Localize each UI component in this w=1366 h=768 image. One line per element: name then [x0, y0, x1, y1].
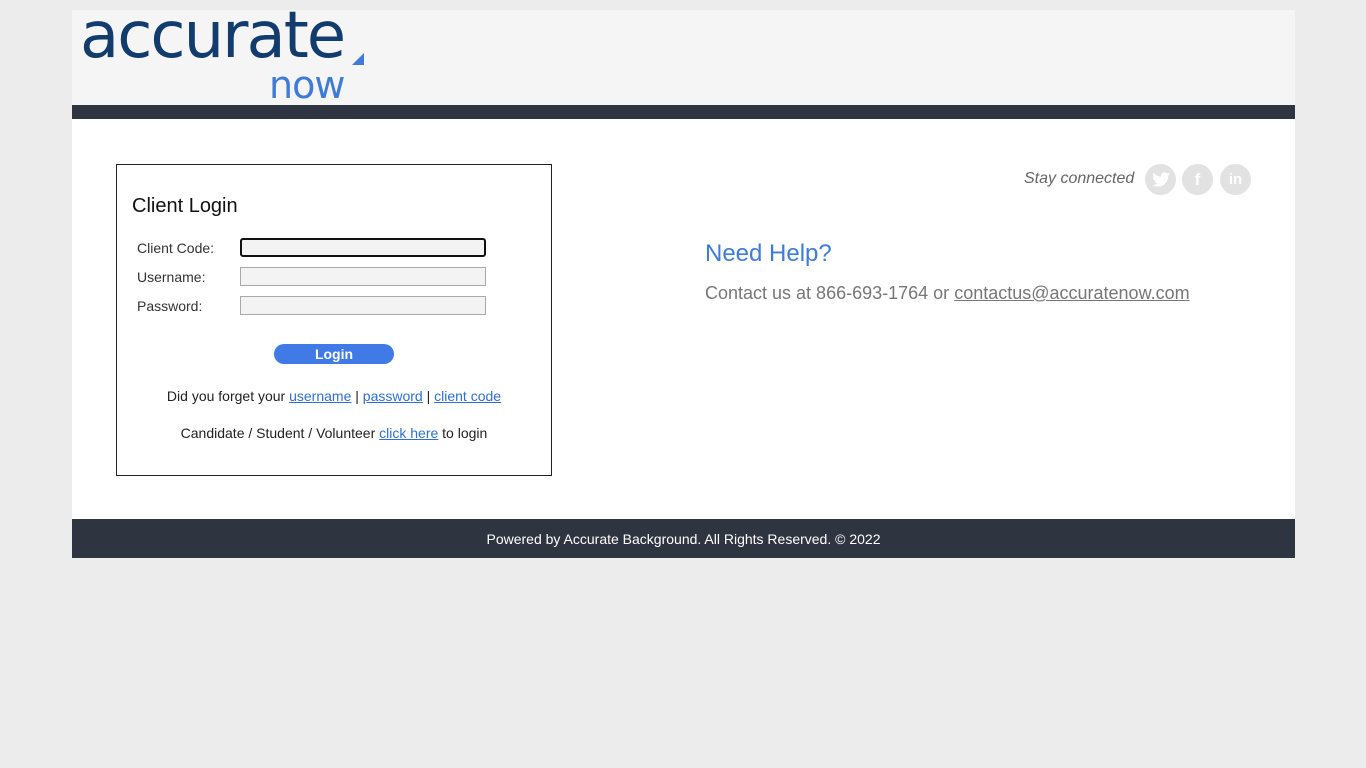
twitter-glyph	[1151, 172, 1170, 187]
username-input[interactable]	[240, 267, 486, 286]
forgot-password-link[interactable]: password	[363, 388, 423, 404]
footer-text: Powered by Accurate Background. All Righ…	[486, 530, 881, 547]
logo-wordmark: accurate	[80, 0, 346, 73]
contact-email-link[interactable]: contactus@accuratenow.com	[954, 283, 1189, 303]
client-code-label: Client Code:	[137, 240, 215, 256]
candidate-click-here-link[interactable]: click here	[379, 425, 438, 441]
password-label: Password:	[137, 298, 203, 314]
username-label: Username:	[137, 269, 206, 285]
candidate-suffix: to login	[442, 425, 488, 441]
linkedin-icon[interactable]: in	[1220, 164, 1251, 195]
header-bar	[72, 105, 1295, 119]
facebook-icon[interactable]: f	[1182, 164, 1213, 195]
facebook-glyph: f	[1194, 169, 1201, 189]
forgot-credentials-line: Did you forget your username | password …	[117, 388, 551, 404]
forgot-client-code-link[interactable]: client code	[434, 388, 501, 404]
logo-subword: now	[269, 63, 345, 107]
login-title: Client Login	[132, 195, 238, 217]
accurate-now-logo[interactable]: accurate now	[80, 4, 370, 107]
forgot-separator: |	[426, 388, 431, 404]
candidate-prefix: Candidate / Student / Volunteer	[180, 425, 376, 441]
client-code-input[interactable]	[240, 238, 486, 257]
forgot-separator: |	[355, 388, 359, 404]
client-login-box: Client Login Client Code: Username: Pass…	[116, 164, 552, 476]
linkedin-glyph: in	[1228, 171, 1243, 188]
footer: Powered by Accurate Background. All Righ…	[72, 519, 1295, 558]
help-contact-text: Contact us at 866-693-1764 or contactus@…	[705, 283, 1190, 304]
stay-connected-label: Stay connected	[1024, 170, 1135, 187]
twitter-icon[interactable]	[1145, 164, 1176, 195]
page-container: accurate now Client Login Client Code: U…	[72, 4, 1295, 558]
help-contact-prefix: Contact us at 866-693-1764 or	[705, 283, 950, 303]
header: accurate now	[72, 4, 1295, 107]
candidate-login-line: Candidate / Student / Volunteer click he…	[117, 425, 551, 441]
forgot-username-link[interactable]: username	[289, 388, 351, 404]
forgot-prefix: Did you forget your	[166, 388, 286, 404]
password-input[interactable]	[240, 296, 486, 315]
logo-triangle-icon	[352, 53, 364, 65]
login-button[interactable]: Login	[274, 344, 394, 364]
need-help-title: Need Help?	[705, 240, 832, 267]
